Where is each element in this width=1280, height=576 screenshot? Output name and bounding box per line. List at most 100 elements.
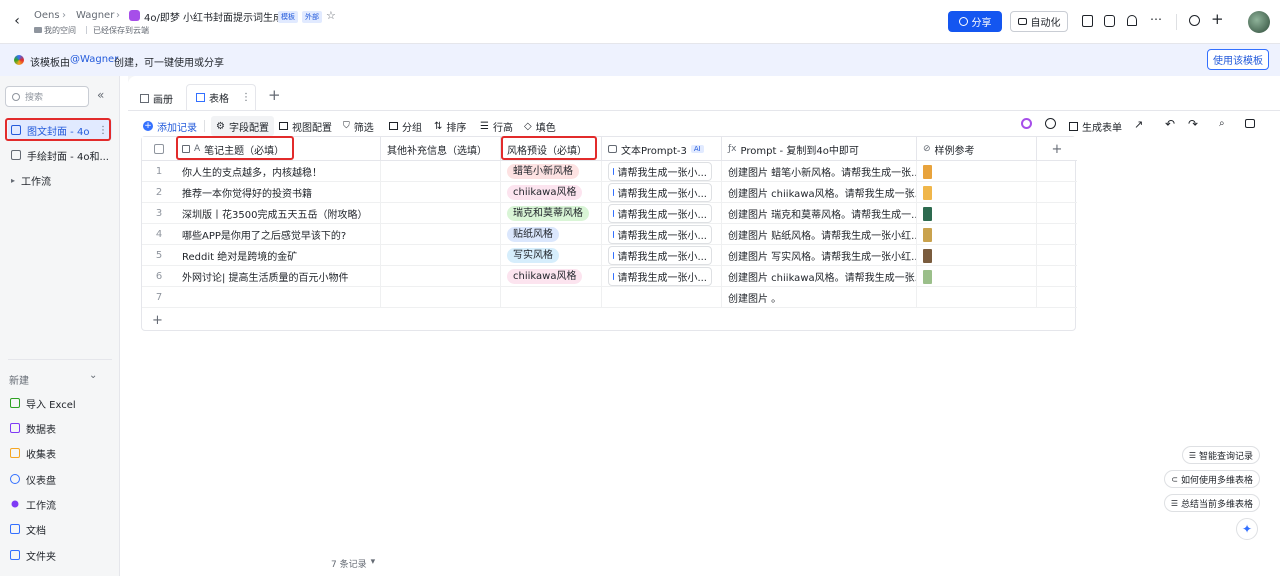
row-height-button[interactable]: ☰ 行高	[480, 116, 513, 136]
header-sample[interactable]: ⊘ 样例参考	[917, 137, 1037, 161]
select-all-cell[interactable]	[142, 137, 176, 161]
header-prompt[interactable]: ƒx Prompt - 复制到4o中即可	[722, 137, 917, 161]
new-dashboard-item[interactable]: 仪表盘	[8, 469, 112, 489]
checkbox[interactable]	[154, 144, 164, 154]
record-count[interactable]: 7 条记录 ▾	[331, 557, 375, 570]
table-row[interactable]: 2 推荐一本你觉得好的投资书籍 chiikawa风格 请帮我生成一张小... 创建图片 …	[142, 182, 1077, 203]
share-view-icon[interactable]: ↗	[1134, 118, 1143, 131]
undo-icon[interactable]: ↶	[1165, 117, 1175, 131]
cell-sample[interactable]	[917, 203, 1037, 224]
cell-prompt3[interactable]: 请帮我生成一张小...	[602, 224, 722, 245]
more-icon[interactable]: ⋯	[1150, 12, 1162, 26]
automation-button[interactable]: 自动化	[1010, 11, 1068, 32]
cell-sample[interactable]	[917, 266, 1037, 287]
generate-form-button[interactable]: 生成表单	[1069, 116, 1122, 136]
cell-topic[interactable]: 外网讨论| 提高生活质量的百元小物件	[176, 266, 381, 287]
tab-table[interactable]: 表格 ⋮	[186, 84, 256, 110]
cell-extra[interactable]	[381, 182, 501, 203]
table-row[interactable]: 5 Reddit 绝对是跨境的金矿 写实风格 请帮我生成一张小... 创建图片 写实风格…	[142, 245, 1077, 266]
find-icon[interactable]: ⌕	[1219, 118, 1225, 129]
cell-prompt[interactable]: 创建图片 瑞克和莫蒂风格。请帮我生成一...	[722, 203, 917, 224]
new-folder-item[interactable]: 文件夹	[8, 545, 112, 565]
doc-title[interactable]: 4o/即梦 小红书封面提示词生成	[144, 9, 283, 24]
avatar[interactable]	[1248, 11, 1270, 33]
sidebar-item-workflow[interactable]: ▸ 工作流	[8, 170, 112, 190]
cell-topic[interactable]	[176, 287, 381, 308]
tab-more-icon[interactable]: ⋮	[241, 92, 251, 103]
search-icon[interactable]	[1189, 15, 1200, 26]
cell-style[interactable]: 贴纸风格	[501, 224, 602, 245]
table-row[interactable]: 4 哪些APP是你用了之后感觉早该下的? 贴纸风格 请帮我生成一张小... 创建图片 贴…	[142, 224, 1077, 245]
table-row[interactable]: 7 创建图片 。	[142, 287, 1077, 308]
star-icon[interactable]: ☆	[326, 9, 336, 22]
plugin-icon[interactable]	[1104, 15, 1115, 27]
history-icon[interactable]	[1045, 118, 1056, 129]
cell-style[interactable]: 瑞克和莫蒂风格	[501, 203, 602, 224]
cell-extra[interactable]	[381, 224, 501, 245]
cell-sample[interactable]	[917, 182, 1037, 203]
fill-color-button[interactable]: ◇ 填色	[524, 116, 556, 136]
cell-extra[interactable]	[381, 203, 501, 224]
cell-style[interactable]: chiikawa风格	[501, 182, 602, 203]
cell-prompt[interactable]: 创建图片 chiikawa风格。请帮我生成一张...	[722, 266, 917, 287]
chevron-down-icon[interactable]: ⌄	[89, 370, 97, 381]
cell-sample[interactable]	[917, 161, 1037, 182]
add-row-button[interactable]: +	[152, 313, 163, 328]
table-row[interactable]: 3 深圳版丨花3500完成五天五岳（附攻略） 瑞克和莫蒂风格 请帮我生成一张小... 创…	[142, 203, 1077, 224]
prompt-button[interactable]: 请帮我生成一张小...	[608, 162, 712, 181]
breadcrumb-space[interactable]: Oens	[34, 10, 60, 21]
field-config-button[interactable]: ⚙ 字段配置	[211, 116, 274, 136]
share-button[interactable]: 分享	[948, 11, 1002, 32]
search-input[interactable]: 搜索	[5, 86, 89, 107]
back-icon[interactable]: ‹	[10, 13, 24, 29]
sample-thumbnail[interactable]	[923, 269, 932, 284]
breadcrumb-user[interactable]: Wagner	[76, 10, 114, 21]
cell-prompt3[interactable]	[602, 287, 722, 308]
cell-extra[interactable]	[381, 161, 501, 182]
use-template-button[interactable]: 使用该模板	[1207, 49, 1269, 70]
prompt-button[interactable]: 请帮我生成一张小...	[608, 267, 712, 286]
plus-icon[interactable]: +	[1211, 10, 1224, 28]
cell-prompt3[interactable]: 请帮我生成一张小...	[602, 203, 722, 224]
sample-thumbnail[interactable]	[923, 248, 932, 263]
group-button[interactable]: 分组	[389, 116, 422, 136]
banner-author[interactable]: @Wagner	[70, 54, 118, 65]
collapse-sidebar-icon[interactable]: «	[97, 88, 104, 102]
new-workflow-item[interactable]: 工作流	[8, 494, 112, 514]
cell-sample[interactable]	[917, 287, 1037, 308]
table-row[interactable]: 1 你人生的支点越多，内核越稳！ 蜡笔小新风格 请帮我生成一张小... 创建图片 蜡笔小…	[142, 161, 1077, 182]
tab-gallery[interactable]: 画册	[140, 88, 173, 108]
cell-topic[interactable]: 你人生的支点越多，内核越稳！	[176, 161, 381, 182]
bell-icon[interactable]	[1127, 15, 1137, 26]
redo-icon[interactable]: ↷	[1188, 117, 1198, 131]
cell-style[interactable]: chiikawa风格	[501, 266, 602, 287]
cell-style[interactable]	[501, 287, 602, 308]
prompt-button[interactable]: 请帮我生成一张小...	[608, 225, 712, 244]
prompt-button[interactable]: 请帮我生成一张小...	[608, 183, 712, 202]
sort-button[interactable]: ⇅ 排序	[434, 116, 466, 136]
cell-topic[interactable]: 深圳版丨花3500完成五天五岳（附攻略）	[176, 203, 381, 224]
smart-query-button[interactable]: ☰ 智能查询记录	[1181, 446, 1260, 464]
prompt-button[interactable]: 请帮我生成一张小...	[608, 246, 712, 265]
cell-prompt3[interactable]: 请帮我生成一张小...	[602, 161, 722, 182]
add-field-button[interactable]: +	[1037, 137, 1077, 161]
summarize-button[interactable]: ☰ 总结当前多维表格	[1163, 494, 1260, 512]
cell-prompt[interactable]: 创建图片 贴纸风格。请帮我生成一张小红...	[722, 224, 917, 245]
header-extra[interactable]: 其他补充信息（选填）	[381, 137, 501, 161]
cell-prompt[interactable]: 创建图片 蜡笔小新风格。请帮我生成一张...	[722, 161, 917, 182]
sidebar-item-handdrawn[interactable]: 手绘封面 - 4o和...	[8, 145, 112, 165]
cell-extra[interactable]	[381, 266, 501, 287]
new-doc-item[interactable]: 文档	[8, 519, 112, 539]
new-form-item[interactable]: 收集表	[8, 443, 112, 463]
cell-topic[interactable]: Reddit 绝对是跨境的金矿	[176, 245, 381, 266]
cell-prompt[interactable]: 创建图片 chiikawa风格。请帮我生成一张...	[722, 182, 917, 203]
cell-prompt[interactable]: 创建图片 。	[722, 287, 917, 308]
import-excel-item[interactable]: 导入 Excel	[8, 393, 112, 413]
ai-sparkle-button[interactable]: ✦	[1236, 518, 1258, 540]
cell-style[interactable]: 写实风格	[501, 245, 602, 266]
cell-style[interactable]: 蜡笔小新风格	[501, 161, 602, 182]
new-datatable-item[interactable]: 数据表	[8, 418, 112, 438]
sample-thumbnail[interactable]	[923, 227, 932, 242]
cell-topic[interactable]: 推荐一本你觉得好的投资书籍	[176, 182, 381, 203]
cell-extra[interactable]	[381, 245, 501, 266]
